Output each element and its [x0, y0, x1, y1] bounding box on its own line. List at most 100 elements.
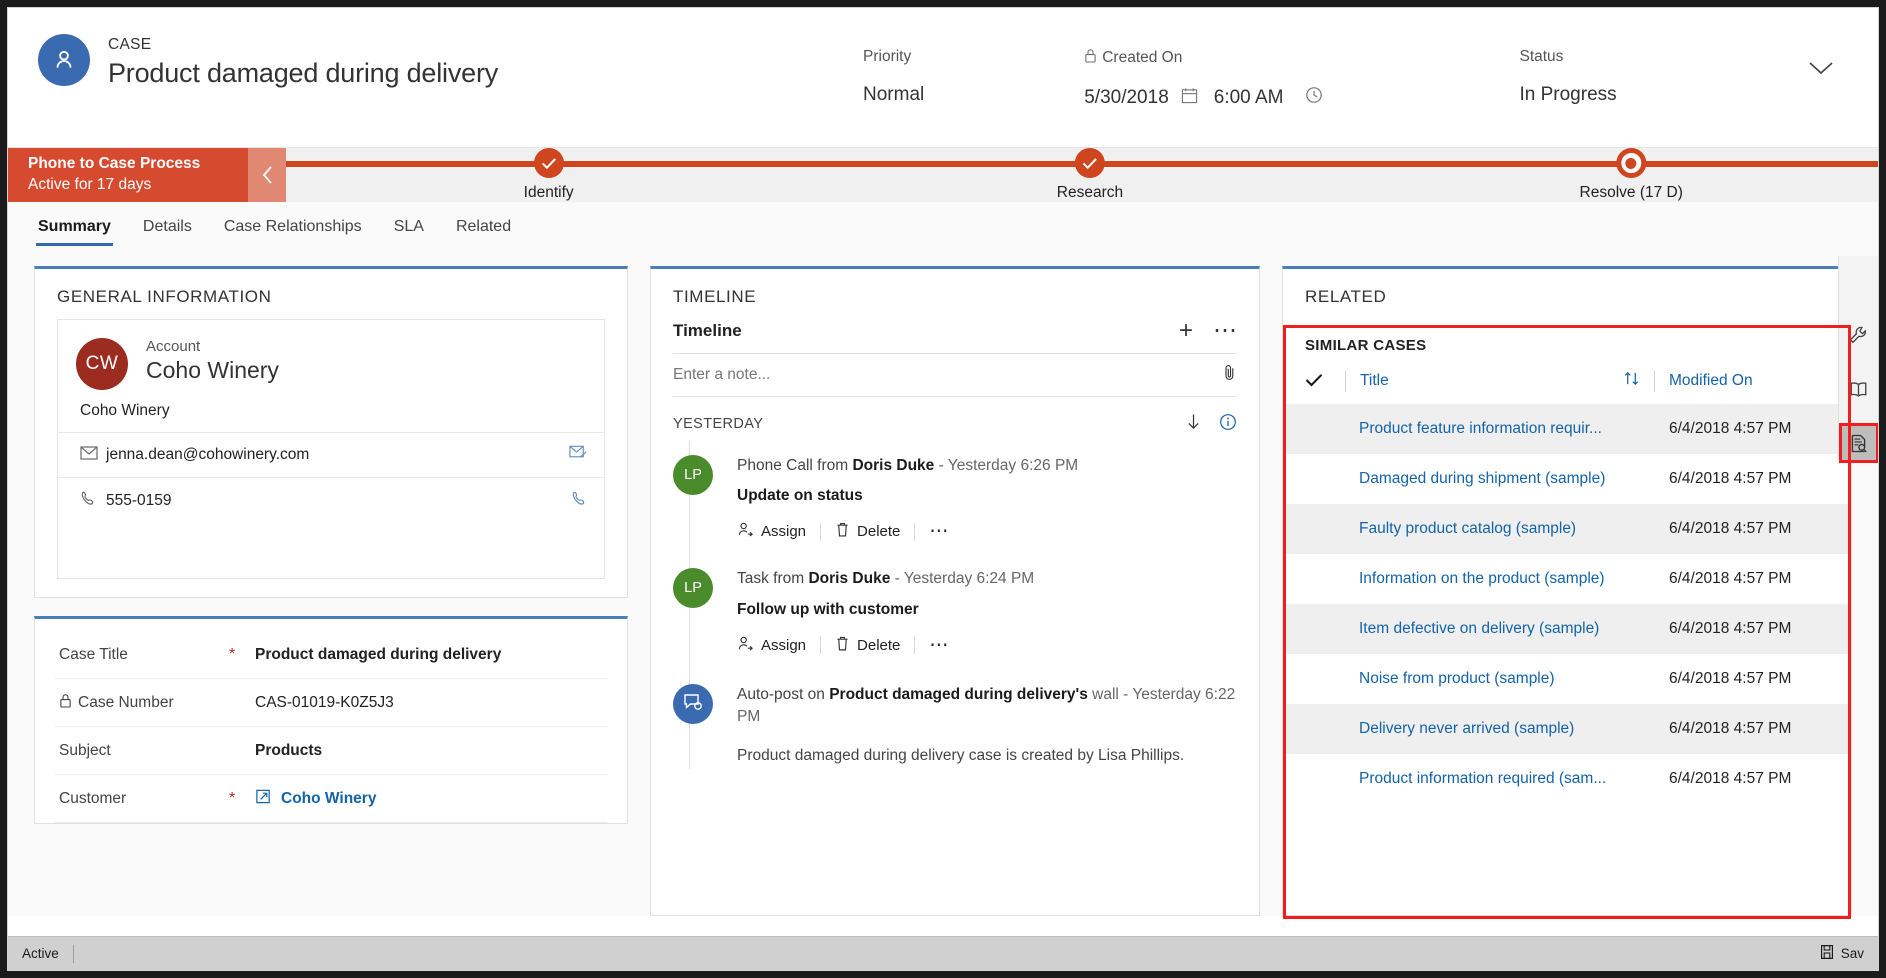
list-item[interactable]: LP Task from Doris Duke - Yesterday 6:24…	[673, 546, 1237, 659]
email-icon	[80, 445, 106, 465]
account-phone[interactable]: 555-0159	[106, 492, 571, 510]
timeline-item-prefix: Task from	[737, 570, 809, 588]
arrow-down-icon[interactable]	[1186, 413, 1201, 435]
assign-user-icon	[737, 521, 754, 542]
field-case-number: Case Number CAS-01019-K0Z5J3	[55, 679, 607, 727]
header-field-label-text: Created On	[1102, 49, 1183, 66]
call-phone-icon[interactable]	[571, 490, 588, 512]
avatar	[673, 683, 713, 724]
column-header-modified-on[interactable]: Modified On	[1669, 372, 1829, 390]
delete-button[interactable]: Delete	[835, 521, 900, 542]
timeline-item-header: Phone Call from Doris Duke - Yesterday 6…	[737, 455, 1237, 477]
sort-updown-icon[interactable]	[1623, 370, 1640, 392]
table-row[interactable]: Information on the product (sample) 6/4/…	[1283, 554, 1851, 604]
process-stage-label: Research	[1056, 184, 1124, 201]
process-stage-label: Identify	[523, 184, 574, 201]
case-title-link[interactable]: Product information required (sam...	[1359, 770, 1669, 788]
assign-label: Assign	[761, 523, 807, 541]
process-duration: Active for 17 days	[28, 176, 152, 193]
timeline-item-header: Task from Doris Duke - Yesterday 6:24 PM	[737, 568, 1237, 590]
save-label: Sav	[1840, 946, 1864, 961]
similar-records-icon[interactable]	[1838, 423, 1878, 463]
chevron-down-icon[interactable]	[1808, 60, 1834, 81]
case-title-link[interactable]: Information on the product (sample)	[1359, 570, 1669, 588]
field-label: Customer	[59, 789, 127, 807]
field-value[interactable]: Product damaged during delivery	[255, 646, 501, 664]
info-icon[interactable]	[1219, 413, 1237, 435]
field-label: Subject	[59, 741, 111, 759]
column-timeline: TIMELINE Timeline + ⋯ Enter a note... YE…	[650, 266, 1260, 916]
table-row[interactable]: Product information required (sam... 6/4…	[1283, 754, 1851, 804]
form-body: GENERAL INFORMATION CW Account Coho Wine…	[8, 256, 1878, 919]
timeline-more-commands-button[interactable]: ⋯	[1213, 319, 1237, 343]
general-information-title: GENERAL INFORMATION	[57, 287, 272, 306]
assign-user-icon	[737, 635, 754, 656]
wrench-icon[interactable]	[1842, 318, 1876, 352]
tab-summary[interactable]: Summary	[36, 212, 113, 246]
chevron-left-icon[interactable]	[248, 148, 286, 202]
list-item[interactable]: Auto-post on Product damaged during deli…	[673, 660, 1237, 769]
case-modified-on: 6/4/2018 4:57 PM	[1669, 470, 1792, 487]
timeline-item-header: Auto-post on Product damaged during deli…	[737, 684, 1237, 729]
case-title-link[interactable]: Product feature information requir...	[1359, 420, 1669, 438]
knowledge-book-icon[interactable]	[1842, 372, 1876, 406]
table-row[interactable]: Product feature information requir... 6/…	[1283, 404, 1851, 454]
case-title-link[interactable]: Faulty product catalog (sample)	[1359, 520, 1669, 538]
paperclip-icon[interactable]	[1222, 363, 1237, 387]
list-item[interactable]: LP Phone Call from Doris Duke - Yesterda…	[673, 445, 1237, 546]
timeline-item-datetime: - Yesterday 6:24 PM	[894, 570, 1035, 588]
timeline-card-title: TIMELINE	[673, 287, 757, 306]
timeline-item-more-button[interactable]: ⋯	[929, 522, 948, 541]
account-email[interactable]: jenna.dean@cohowinery.com	[106, 446, 569, 464]
case-modified-on: 6/4/2018 4:57 PM	[1669, 570, 1792, 587]
assign-button[interactable]: Assign	[737, 635, 806, 656]
timeline-item-datetime: - Yesterday 6:26 PM	[938, 457, 1079, 474]
header-field-label: Priority	[863, 48, 912, 65]
send-email-icon[interactable]	[569, 445, 588, 465]
column-header-title[interactable]: Title	[1360, 372, 1623, 390]
note-input-row[interactable]: Enter a note...	[673, 353, 1237, 397]
case-title-link[interactable]: Delivery never arrived (sample)	[1359, 720, 1669, 738]
field-value[interactable]: Products	[255, 742, 322, 760]
created-on-time: 6:00 AM	[1213, 87, 1284, 108]
note-placeholder: Enter a note...	[673, 366, 771, 383]
case-title-link[interactable]: Damaged during shipment (sample)	[1359, 470, 1669, 488]
page-title: Product damaged during delivery	[108, 58, 499, 88]
process-stage-resolve[interactable]: Resolve (17 D)	[1580, 148, 1683, 202]
record-identity: CASE Product damaged during delivery	[38, 34, 498, 89]
process-stage-track: Identify Research Resolve (17 D)	[286, 148, 1878, 202]
table-row[interactable]: Damaged during shipment (sample) 6/4/201…	[1283, 454, 1851, 504]
timeline-card: TIMELINE Timeline + ⋯ Enter a note... YE…	[650, 266, 1260, 916]
process-stage-identify[interactable]: Identify	[524, 148, 574, 202]
process-stage-research[interactable]: Research	[1057, 148, 1123, 202]
avatar: LP	[673, 568, 713, 609]
save-button[interactable]: Sav	[1820, 944, 1864, 963]
case-title-link[interactable]: Noise from product (sample)	[1359, 670, 1669, 688]
add-timeline-record-button[interactable]: +	[1179, 319, 1193, 343]
customer-link[interactable]: Coho Winery	[281, 790, 376, 808]
table-row[interactable]: Faulty product catalog (sample) 6/4/2018…	[1283, 504, 1851, 554]
delete-button[interactable]: Delete	[835, 635, 900, 656]
day-group-label: YESTERDAY	[673, 416, 764, 432]
table-row[interactable]: Noise from product (sample) 6/4/2018 4:5…	[1283, 654, 1851, 704]
tab-case-relationships[interactable]: Case Relationships	[222, 212, 364, 246]
tab-details[interactable]: Details	[141, 212, 194, 246]
timeline-items: LP Phone Call from Doris Duke - Yesterda…	[651, 441, 1259, 769]
field-value: CAS-01019-K0Z5J3	[255, 693, 394, 711]
timeline-item-actions: Assign Delete ⋯	[737, 635, 1237, 656]
timeline-header-label: Timeline	[673, 321, 742, 340]
case-title-link[interactable]: Item defective on delivery (sample)	[1359, 620, 1669, 638]
required-indicator: *	[229, 645, 236, 663]
timeline-item-more-button[interactable]: ⋯	[929, 636, 948, 655]
similar-cases-column-headers: Title Modified On	[1283, 364, 1851, 404]
tab-related[interactable]: Related	[454, 212, 513, 246]
table-row[interactable]: Item defective on delivery (sample) 6/4/…	[1283, 604, 1851, 654]
case-fields-card: Case Title * Product damaged during deli…	[34, 616, 628, 824]
assign-button[interactable]: Assign	[737, 521, 806, 542]
field-value[interactable]: Coho Winery	[255, 788, 376, 810]
tab-sla[interactable]: SLA	[392, 212, 426, 246]
process-stage-label: Resolve (17 D)	[1579, 184, 1683, 201]
checkmark-icon[interactable]	[1305, 371, 1345, 392]
table-row[interactable]: Delivery never arrived (sample) 6/4/2018…	[1283, 704, 1851, 754]
process-name-block[interactable]: Phone to Case Process Active for 17 days	[8, 148, 248, 202]
